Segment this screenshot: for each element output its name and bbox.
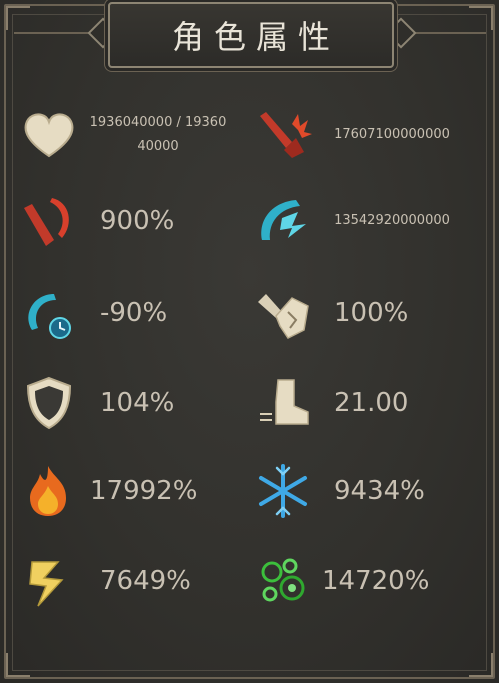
crit-rate-icon bbox=[18, 190, 80, 252]
stat-ice-value: 9434% bbox=[334, 476, 425, 506]
stat-attack-speed: 100% bbox=[252, 278, 482, 348]
boot-speed-icon bbox=[252, 372, 314, 434]
heart-icon bbox=[18, 104, 80, 166]
crit-damage-icon bbox=[252, 190, 314, 252]
stat-attack-value: 17607100000000 bbox=[334, 127, 450, 142]
shield-icon bbox=[18, 372, 80, 434]
ice-snowflake-icon bbox=[252, 460, 314, 522]
stat-poison-value: 14720% bbox=[322, 566, 430, 596]
attack-speed-icon bbox=[252, 282, 314, 344]
stat-cooldown: -90% bbox=[18, 278, 248, 348]
stat-poison: 14720% bbox=[252, 546, 482, 616]
character-attributes-panel: 角色属性 1936040000 / 1936040000 17607100000… bbox=[0, 0, 499, 683]
stat-move-speed: 21.00 bbox=[252, 368, 482, 438]
title-ornament bbox=[14, 32, 94, 34]
cooldown-icon bbox=[18, 282, 80, 344]
panel-title: 角色属性 bbox=[171, 18, 340, 56]
stat-lightning-value: 7649% bbox=[100, 566, 191, 596]
stat-hp-value: 1936040000 / 1936040000 bbox=[89, 115, 227, 154]
stat-crit-rate: 900% bbox=[18, 186, 248, 256]
stat-crit-rate-value: 900% bbox=[100, 206, 175, 236]
stat-crit-damage-value: 13542920000000 bbox=[334, 213, 450, 228]
stat-ice: 9434% bbox=[252, 456, 482, 526]
fire-icon bbox=[18, 460, 80, 522]
stat-fire-value: 17992% bbox=[90, 476, 198, 506]
stat-fire: 17992% bbox=[18, 456, 248, 526]
stat-lightning: 7649% bbox=[18, 546, 248, 616]
poison-icon bbox=[252, 550, 314, 612]
stat-defense: 104% bbox=[18, 368, 248, 438]
stat-defense-value: 104% bbox=[100, 388, 175, 418]
attack-slash-icon bbox=[252, 104, 314, 166]
title-ornament bbox=[408, 32, 486, 34]
title-plate: 角色属性 bbox=[108, 2, 394, 68]
stat-move-speed-value: 21.00 bbox=[334, 388, 409, 418]
stat-attack-speed-value: 100% bbox=[334, 298, 409, 328]
stat-crit-damage: 13542920000000 bbox=[252, 186, 482, 256]
stat-attack: 17607100000000 bbox=[252, 100, 482, 170]
stat-hp: 1936040000 / 1936040000 bbox=[18, 100, 248, 170]
stat-cooldown-value: -90% bbox=[100, 298, 168, 328]
lightning-icon bbox=[18, 550, 80, 612]
